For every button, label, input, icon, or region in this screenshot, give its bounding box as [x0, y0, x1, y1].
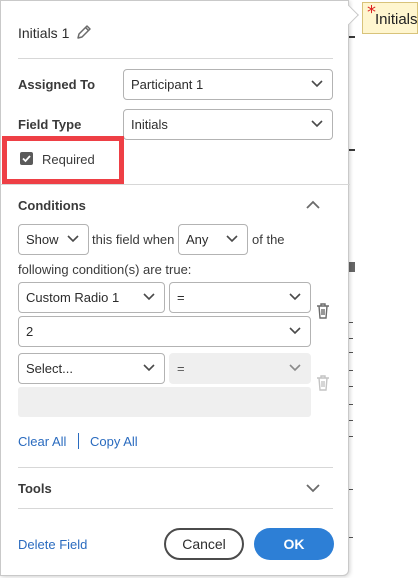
- assigned-to-value: Participant 1: [131, 77, 204, 92]
- condition-operator-select: =: [169, 353, 311, 384]
- doc-mark: [349, 262, 355, 272]
- assigned-to-label: Assigned To: [18, 77, 96, 92]
- copy-all-link[interactable]: Copy All: [90, 434, 138, 449]
- trash-icon: [317, 375, 329, 391]
- any-all-value: Any: [186, 232, 209, 247]
- field-type-value: Initials: [131, 117, 168, 132]
- panel-title: Initials 1: [18, 25, 70, 41]
- of-the-text: of the: [252, 232, 285, 247]
- chevron-down-icon: [311, 80, 323, 88]
- any-all-select[interactable]: Any: [178, 224, 248, 255]
- condition-field-select[interactable]: Custom Radio 1: [18, 282, 165, 313]
- this-field-when-text: this field when: [92, 232, 175, 247]
- chevron-down-icon: [67, 235, 79, 243]
- doc-mark: [349, 149, 355, 151]
- field-type-label: Field Type: [18, 117, 82, 132]
- following-conditions-text: following condition(s) are true:: [18, 262, 192, 277]
- condition-field-value: Custom Radio 1: [26, 290, 120, 305]
- pencil-icon[interactable]: [75, 23, 93, 41]
- divider: [1, 184, 350, 185]
- chevron-down-icon: [289, 293, 301, 301]
- condition-value-disabled: [18, 387, 311, 417]
- condition-operator-value: =: [177, 290, 185, 305]
- doc-mark: [349, 36, 355, 38]
- divider: [18, 508, 333, 509]
- required-highlight-box: [2, 136, 124, 184]
- initials-tag-field[interactable]: * Initials: [362, 2, 418, 34]
- chevron-down-icon: [143, 364, 155, 372]
- field-type-select[interactable]: Initials: [123, 109, 333, 140]
- tools-header: Tools: [18, 481, 52, 496]
- chevron-up-icon[interactable]: [306, 200, 320, 210]
- chevron-down-icon: [289, 327, 301, 335]
- ok-button[interactable]: OK: [254, 528, 334, 560]
- tag-field-label: Initials: [375, 11, 418, 28]
- condition-field-value: Select...: [26, 361, 73, 376]
- link-divider: [78, 433, 79, 449]
- chevron-down-icon: [226, 235, 238, 243]
- chevron-down-icon: [289, 364, 301, 372]
- clear-all-link[interactable]: Clear All: [18, 434, 66, 449]
- condition-field-select[interactable]: Select...: [18, 353, 165, 384]
- divider: [18, 467, 333, 468]
- show-hide-select[interactable]: Show: [18, 224, 89, 255]
- chevron-down-icon: [311, 120, 323, 128]
- assigned-to-select[interactable]: Participant 1: [123, 69, 333, 100]
- condition-value: 2: [26, 324, 34, 339]
- chevron-down-icon: [143, 293, 155, 301]
- conditions-header: Conditions: [18, 198, 86, 213]
- condition-value-select[interactable]: 2: [18, 316, 311, 347]
- trash-icon[interactable]: [315, 302, 331, 320]
- delete-field-link[interactable]: Delete Field: [18, 537, 87, 552]
- condition-operator-value: =: [177, 361, 185, 376]
- show-hide-value: Show: [26, 232, 59, 247]
- divider: [18, 58, 333, 59]
- condition-operator-select[interactable]: =: [169, 282, 311, 313]
- chevron-down-icon[interactable]: [306, 483, 320, 493]
- cancel-button[interactable]: Cancel: [164, 528, 244, 560]
- field-properties-panel: Initials 1 Assigned To Participant 1 Fie…: [0, 0, 350, 576]
